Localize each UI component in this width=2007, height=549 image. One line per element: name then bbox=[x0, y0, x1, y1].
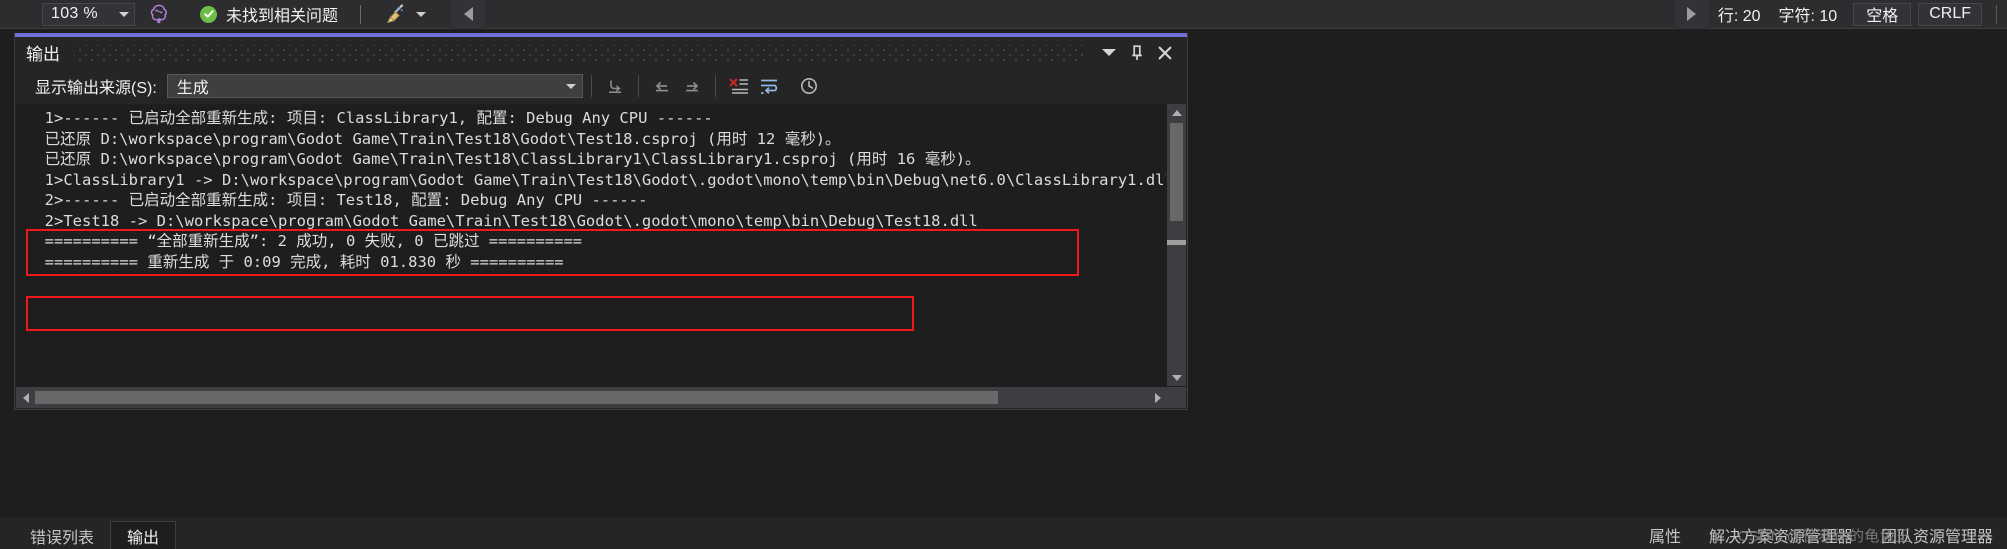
log-line: 2>------ 已启动全部重新生成: 项目: Test18, 配置: Debu… bbox=[26, 191, 648, 209]
tab-output[interactable]: 输出 bbox=[110, 521, 177, 549]
tab-error-list[interactable]: 错误列表 bbox=[14, 521, 110, 549]
go-to-next-message-button[interactable] bbox=[677, 72, 707, 100]
output-panel-header: 输出 bbox=[15, 37, 1187, 68]
log-line: 1>------ 已启动全部重新生成: 项目: ClassLibrary1, 配… bbox=[26, 109, 713, 127]
close-icon bbox=[1158, 46, 1172, 59]
find-message-button[interactable] bbox=[600, 72, 630, 100]
caret-line-label: 行: 20 bbox=[1717, 8, 1761, 25]
triangle-right-icon bbox=[1154, 392, 1161, 403]
log-line: ========== “全部重新生成”: 2 成功, 0 失败, 0 已跳过 =… bbox=[26, 232, 583, 250]
pin-icon bbox=[1132, 44, 1142, 60]
panel-pin-button[interactable] bbox=[1123, 39, 1151, 67]
editor-status-bar: 103 % 未找到相关问题 行: 20 字符: 10 空格 CRLF bbox=[0, 0, 2007, 29]
panel-title: 输出 bbox=[26, 45, 60, 64]
tab-properties[interactable]: 属性 bbox=[1635, 521, 1695, 549]
log-line: 2>Test18 -> D:\workspace\program\Godot G… bbox=[26, 211, 978, 230]
find-in-output-icon bbox=[608, 80, 621, 93]
scroll-down-button[interactable] bbox=[1167, 369, 1186, 386]
triangle-left-icon bbox=[463, 7, 473, 21]
toggle-word-wrap-button[interactable] bbox=[754, 72, 784, 100]
show-output-history-button[interactable] bbox=[794, 72, 824, 100]
arrow-left-bar-icon bbox=[655, 81, 668, 92]
chevron-down-icon[interactable] bbox=[119, 11, 129, 17]
broom-cleanup-icon[interactable] bbox=[383, 3, 407, 25]
panel-menu-chevron[interactable] bbox=[1095, 39, 1123, 67]
tab-team-explorer[interactable]: 团队资源管理器 bbox=[1867, 521, 2007, 549]
statusbar-right-group: 行: 20 字符: 10 空格 CRLF bbox=[1709, 0, 2007, 29]
go-to-previous-message-button[interactable] bbox=[647, 72, 677, 100]
issue-status-group[interactable]: 未找到相关问题 bbox=[200, 2, 338, 26]
scrollbar-corner bbox=[1167, 387, 1186, 408]
toolbar-divider-3 bbox=[714, 75, 716, 97]
output-source-label: 显示输出来源(S): bbox=[35, 80, 157, 97]
output-log-text: 1>------ 已启动全部重新生成: 项目: ClassLibrary1, 配… bbox=[16, 104, 1166, 386]
toolbar-divider-2 bbox=[637, 75, 639, 97]
statusbar-divider-2 bbox=[1996, 4, 1997, 24]
zoom-level-value: 103 % bbox=[51, 5, 98, 22]
word-wrap-icon bbox=[760, 79, 777, 94]
panel-drag-handle[interactable] bbox=[74, 44, 1087, 61]
horizontal-scroll-track[interactable] bbox=[35, 387, 1148, 408]
clock-history-icon bbox=[800, 78, 817, 94]
bottom-tab-bar: 错误列表 输出 属性 解决方案资源管理器 团队资源管理器 bbox=[0, 517, 2007, 549]
tab-solution-explorer[interactable]: 解决方案资源管理器 bbox=[1695, 521, 1867, 549]
output-panel: 输出 显示输出来源(S): 生成 1>------ 已启动全部重新生成: 项目:… bbox=[14, 33, 1188, 410]
triangle-left-icon bbox=[22, 392, 29, 403]
app-root: 103 % 未找到相关问题 行: 20 字符: 10 空格 CRLF 输出 显示… bbox=[0, 0, 2007, 549]
indentation-mode-button[interactable]: 空格 bbox=[1853, 2, 1912, 26]
clear-all-button[interactable] bbox=[724, 72, 754, 100]
vertical-scroll-thumb[interactable] bbox=[1170, 123, 1183, 221]
panel-close-button[interactable] bbox=[1151, 39, 1179, 67]
triangle-right-icon bbox=[1687, 7, 1697, 21]
output-horizontal-scrollbar[interactable] bbox=[16, 387, 1167, 408]
scroll-up-button[interactable] bbox=[1167, 104, 1186, 121]
output-source-combo[interactable]: 生成 bbox=[166, 74, 583, 98]
triangle-up-icon bbox=[1171, 109, 1182, 116]
log-line: 已还原 D:\workspace\program\Godot Game\Trai… bbox=[26, 150, 981, 168]
log-line: ========== 重新生成 于 0:09 完成, 耗时 01.830 秒 =… bbox=[26, 252, 564, 271]
log-line: 1>ClassLibrary1 -> D:\workspace\program\… bbox=[26, 170, 1166, 189]
zoom-level-combo[interactable]: 103 % bbox=[42, 2, 135, 26]
output-panel-toolbar: 显示输出来源(S): 生成 bbox=[15, 68, 1187, 104]
output-source-value: 生成 bbox=[176, 80, 209, 97]
statusbar-divider-1 bbox=[360, 4, 362, 24]
scroll-right-button[interactable] bbox=[1148, 387, 1167, 408]
chevron-down-icon bbox=[1102, 49, 1116, 56]
horizontal-scroll-thumb[interactable] bbox=[35, 391, 998, 404]
triangle-down-icon bbox=[1171, 374, 1182, 381]
nav-prev-button[interactable] bbox=[451, 0, 486, 29]
broom-chevron-down-icon[interactable] bbox=[416, 11, 427, 17]
scroll-left-button[interactable] bbox=[16, 387, 35, 408]
arrow-right-bar-icon bbox=[685, 81, 698, 92]
output-log-area[interactable]: 1>------ 已启动全部重新生成: 项目: ClassLibrary1, 配… bbox=[16, 104, 1186, 408]
output-vertical-scrollbar[interactable] bbox=[1167, 104, 1186, 386]
nav-next-button[interactable] bbox=[1674, 0, 1709, 29]
brain-intellicode-icon[interactable] bbox=[148, 3, 170, 25]
green-check-circle-icon bbox=[200, 5, 217, 23]
log-line: 已还原 D:\workspace\program\Godot Game\Trai… bbox=[26, 129, 841, 148]
line-ending-button[interactable]: CRLF bbox=[1918, 2, 1982, 26]
clear-all-x-list-icon bbox=[729, 78, 748, 94]
caret-char-label: 字符: 10 bbox=[1778, 8, 1838, 25]
issue-status-label: 未找到相关问题 bbox=[226, 8, 339, 25]
toolbar-divider-1 bbox=[590, 75, 592, 97]
vertical-scroll-marker bbox=[1167, 240, 1186, 245]
chevron-down-icon bbox=[565, 83, 576, 89]
